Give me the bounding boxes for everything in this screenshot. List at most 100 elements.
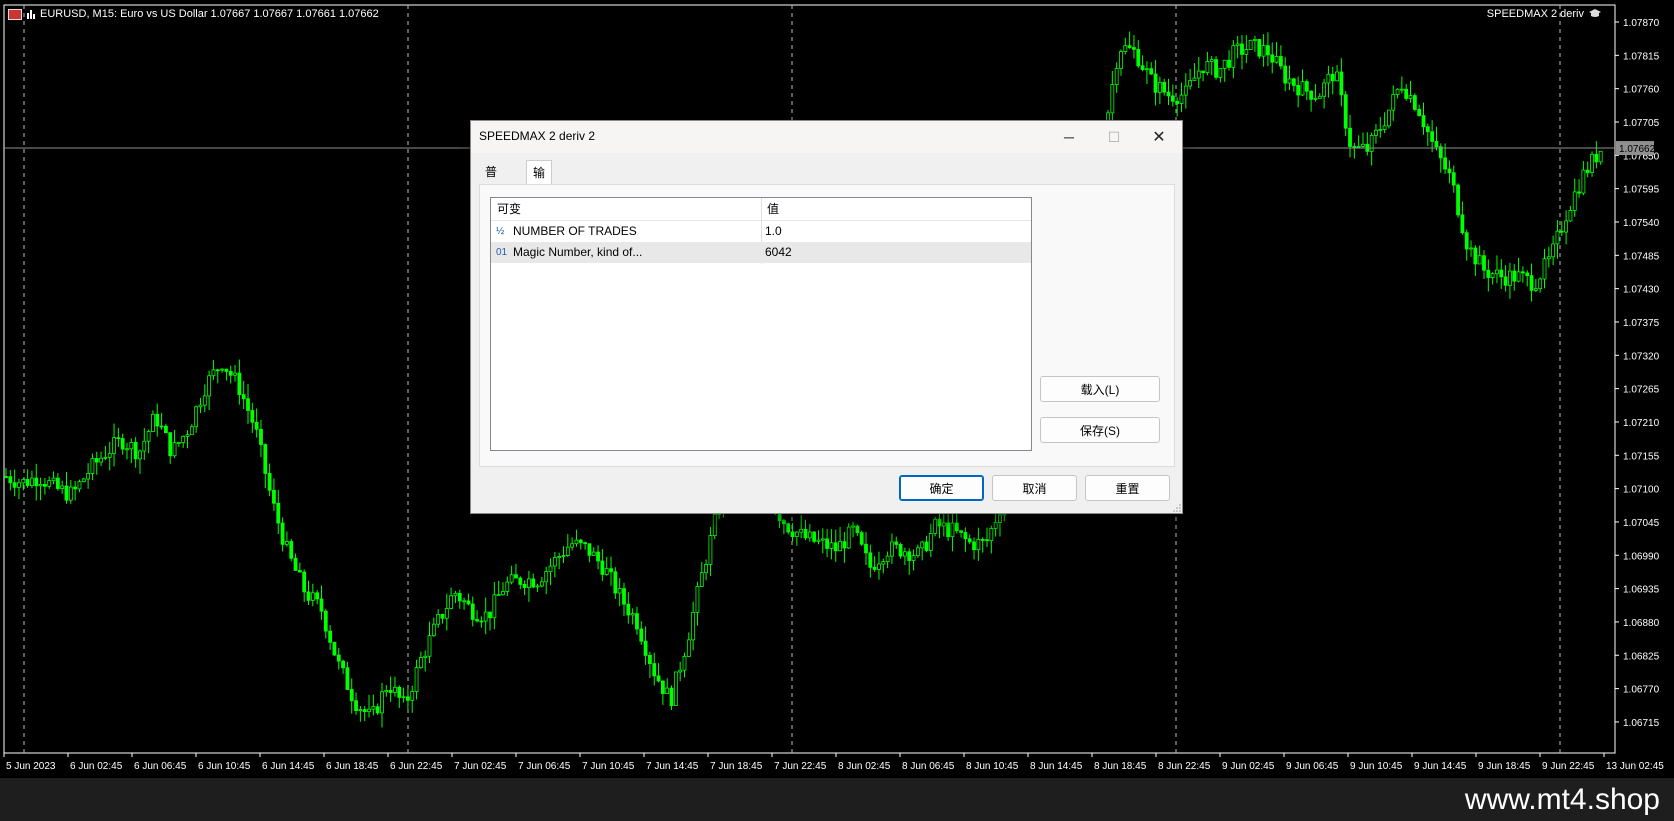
candle-body	[881, 561, 886, 565]
candle-body	[829, 542, 834, 549]
candle-body	[146, 431, 151, 442]
candle-body	[907, 551, 912, 561]
candle-body	[440, 613, 445, 619]
candle-body	[1192, 77, 1197, 81]
candle-body	[189, 426, 194, 436]
candle-body	[406, 696, 410, 701]
save-button[interactable]: 保存(S)	[1040, 417, 1160, 443]
resize-grip-icon[interactable]	[1173, 504, 1181, 512]
candle-body	[911, 555, 916, 561]
row-value[interactable]: 6042	[765, 242, 792, 263]
candle-body	[479, 620, 484, 623]
candle-body	[1140, 65, 1145, 70]
candle-body	[77, 481, 82, 490]
candle-body	[928, 532, 933, 551]
candle-body	[1304, 81, 1309, 92]
price-label: 1.07540	[1623, 218, 1660, 229]
candle-body	[1162, 81, 1167, 93]
candle-body	[656, 675, 661, 682]
candle-body	[410, 691, 415, 701]
time-label: 6 Jun 14:45	[262, 761, 315, 772]
candle-body	[557, 556, 562, 558]
candle-body	[583, 542, 587, 545]
candle-body	[682, 656, 687, 671]
candle-body	[151, 413, 155, 432]
candle-body	[293, 557, 298, 571]
candle-body	[1395, 88, 1400, 95]
dialog-title: SPEEDMAX 2 deriv 2	[479, 129, 596, 143]
expert-advisor-label[interactable]: SPEEDMAX 2 deriv	[1487, 8, 1602, 20]
candle-body	[414, 667, 419, 692]
candle-body	[686, 639, 691, 657]
candle-body	[1443, 157, 1447, 170]
candle-body	[877, 563, 881, 570]
candle-body	[103, 456, 108, 459]
candle-body	[449, 595, 454, 609]
dialog-titlebar[interactable]: SPEEDMAX 2 deriv 2 ─ ☐ ✕	[471, 121, 1182, 153]
row-value[interactable]: 1.0	[765, 221, 782, 242]
reset-button[interactable]: 重置	[1085, 475, 1170, 501]
candle-body	[976, 538, 981, 551]
candle-body	[1149, 68, 1154, 75]
candle-body	[1153, 73, 1158, 93]
double-type-icon: ½	[496, 226, 505, 237]
candle-body	[1529, 275, 1534, 291]
table-row[interactable]: 01 Magic Number, kind of... 6042	[491, 242, 1031, 263]
candle-body	[799, 528, 804, 533]
price-label: 1.07870	[1623, 18, 1660, 29]
candle-body	[263, 444, 268, 474]
candle-body	[1555, 230, 1560, 245]
price-label: 1.07705	[1623, 118, 1660, 129]
table-row[interactable]: ½ NUMBER OF TRADES 1.0	[491, 221, 1031, 242]
candle-body	[1335, 71, 1339, 82]
inputs-table[interactable]: 可变 值 ½ NUMBER OF TRADES 1.0 01 Magic Num…	[490, 197, 1032, 451]
time-label: 9 Jun 10:45	[1350, 761, 1403, 772]
candle-body	[1546, 256, 1551, 260]
candle-body	[1577, 191, 1581, 194]
candle-body	[505, 581, 510, 592]
candle-body	[1369, 135, 1374, 152]
candle-body	[457, 592, 462, 602]
candle-body	[116, 437, 121, 440]
candle-body	[1270, 54, 1275, 63]
candle-body	[1473, 247, 1478, 265]
candle-body	[483, 611, 488, 622]
candle-body	[561, 555, 566, 557]
minimize-button[interactable]: ─	[1046, 121, 1092, 153]
cancel-button[interactable]: 取消	[992, 475, 1077, 501]
candle-body	[224, 368, 229, 372]
column-header-value[interactable]: 值	[767, 198, 779, 220]
watermark: www.mt4.shop	[1464, 783, 1660, 816]
candle-body	[868, 552, 873, 568]
time-label: 7 Jun 10:45	[582, 761, 635, 772]
candle-body	[527, 578, 531, 588]
candle-body	[1387, 109, 1391, 127]
candle-body	[894, 541, 899, 545]
ok-button[interactable]: 确定	[899, 475, 984, 501]
candle-body	[163, 425, 168, 434]
column-header-variable[interactable]: 可变	[497, 198, 521, 220]
close-button[interactable]: ✕	[1136, 121, 1182, 153]
candle-body	[4, 476, 8, 478]
candle-body	[587, 543, 592, 556]
tab-common[interactable]: 普通	[479, 160, 503, 203]
candle-body	[1326, 73, 1331, 84]
tab-inputs[interactable]: 输入	[526, 160, 553, 204]
candle-body	[691, 611, 696, 641]
candle-body	[155, 413, 160, 427]
candle-body	[535, 585, 540, 588]
candle-body	[1421, 115, 1426, 128]
candle-body	[1227, 59, 1231, 68]
candle-body	[1244, 49, 1249, 55]
candle-body	[133, 442, 138, 460]
time-label: 9 Jun 14:45	[1414, 761, 1467, 772]
load-button[interactable]: 载入(L)	[1040, 376, 1160, 402]
time-label: 9 Jun 18:45	[1478, 761, 1531, 772]
candle-body	[1568, 210, 1573, 222]
candle-body	[462, 600, 466, 603]
maximize-button[interactable]: ☐	[1091, 121, 1137, 153]
candle-body	[669, 687, 674, 706]
candle-body	[794, 531, 799, 537]
candle-body	[310, 592, 315, 601]
price-label: 1.07815	[1623, 51, 1660, 62]
